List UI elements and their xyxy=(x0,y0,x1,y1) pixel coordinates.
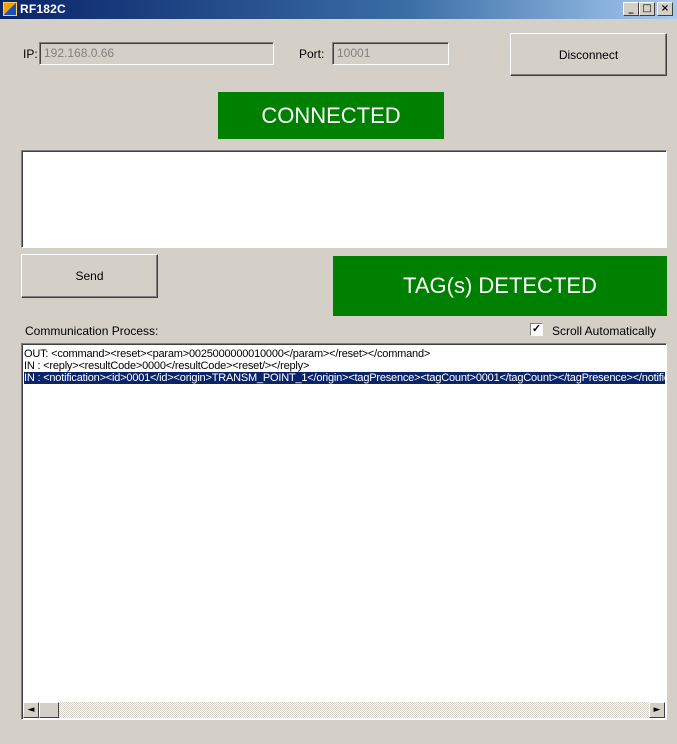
ip-label: IP: xyxy=(23,47,38,61)
title-bar[interactable]: RF182C _ □ × xyxy=(0,0,677,19)
communication-log[interactable]: OUT: <command><reset><param>002500000001… xyxy=(21,343,667,720)
horizontal-scrollbar[interactable]: ◄ ► xyxy=(23,702,665,718)
disconnect-button[interactable]: Disconnect xyxy=(510,33,667,76)
close-button[interactable]: × xyxy=(657,2,673,16)
command-input[interactable] xyxy=(21,150,667,248)
scroll-auto-checkbox[interactable]: ✓ xyxy=(530,323,543,336)
app-icon xyxy=(3,2,17,16)
port-field[interactable]: 10001 xyxy=(332,42,449,65)
connection-status-badge: CONNECTED xyxy=(218,92,444,139)
scroll-track[interactable] xyxy=(39,702,649,718)
send-button[interactable]: Send xyxy=(21,254,158,298)
log-line[interactable]: IN : <reply><resultCode>0000</resultCode… xyxy=(24,360,665,372)
minimize-button[interactable]: _ xyxy=(623,2,639,16)
port-label: Port: xyxy=(299,47,325,61)
window-title: RF182C xyxy=(20,2,66,16)
tag-status-badge: TAG(s) DETECTED xyxy=(333,256,667,316)
log-line[interactable]: OUT: <command><reset><param>002500000001… xyxy=(24,348,665,360)
scroll-auto-label[interactable]: Scroll Automatically xyxy=(552,324,656,338)
communication-label: Communication Process: xyxy=(25,324,159,338)
scroll-right-icon[interactable]: ► xyxy=(649,702,665,718)
scroll-thumb[interactable] xyxy=(39,702,59,718)
log-line-selected[interactable]: IN : <notification><id>0001</id><origin>… xyxy=(24,372,665,384)
scroll-left-icon[interactable]: ◄ xyxy=(23,702,39,718)
ip-field[interactable]: 192.168.0.66 xyxy=(39,42,274,65)
maximize-button[interactable]: □ xyxy=(639,2,655,16)
app-window: RF182C _ □ × IP: 192.168.0.66 Port: 1000… xyxy=(0,0,677,744)
